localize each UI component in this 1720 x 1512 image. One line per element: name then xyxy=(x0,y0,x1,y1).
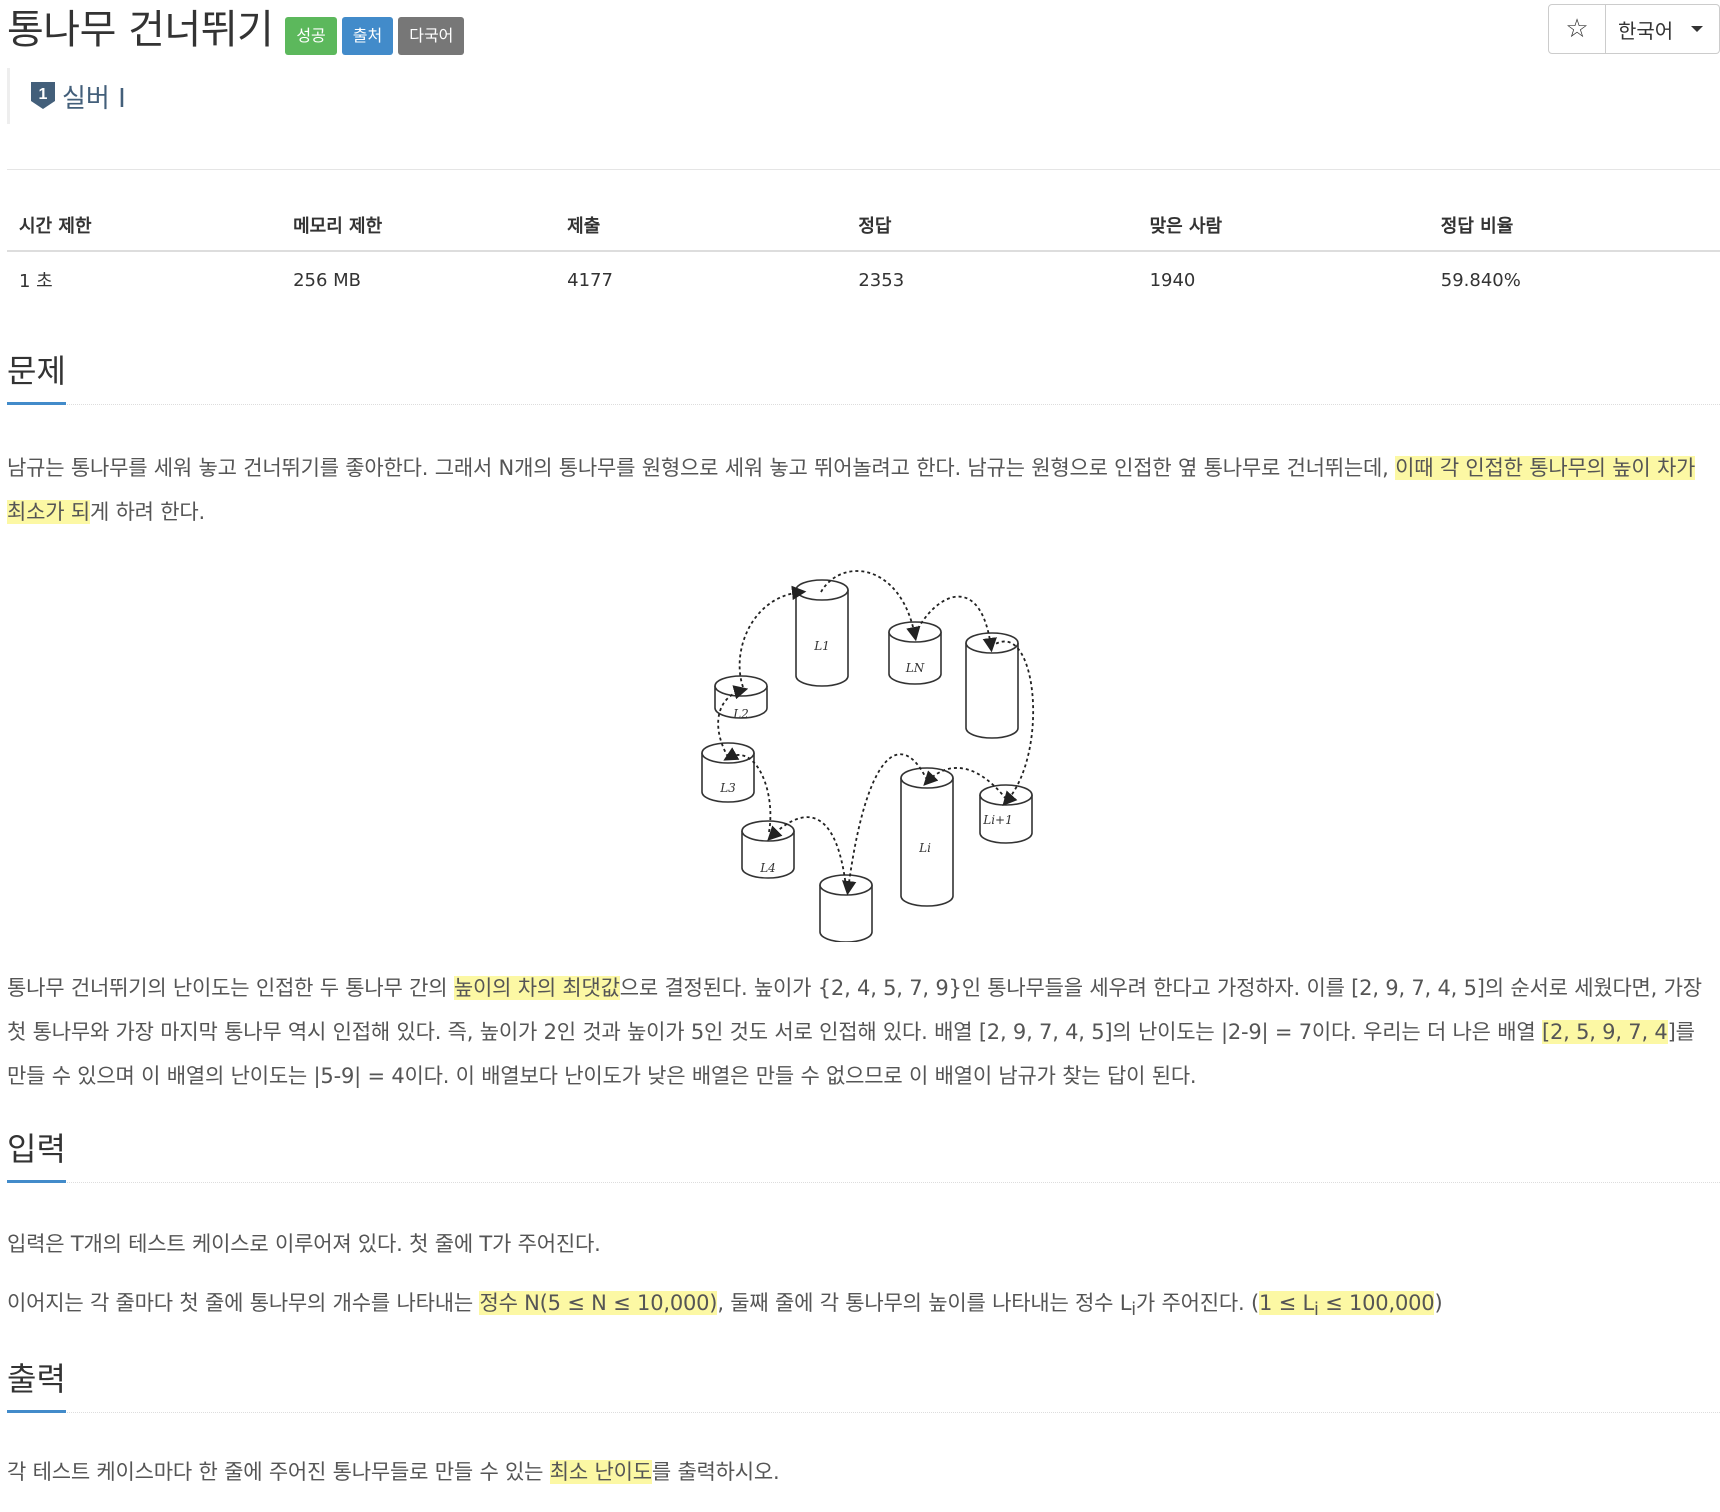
output-section-heading: 출력 xyxy=(7,1360,1720,1413)
stats-header-solvers: 맞은 사람 xyxy=(1137,200,1429,252)
stats-header-submissions: 제출 xyxy=(555,200,847,252)
stats-accepted[interactable]: 2353 xyxy=(846,251,1137,308)
figure-label-l3: L3 xyxy=(719,781,736,795)
logs-illustration: L1 LN L2 L3 L4 Li Li+1 xyxy=(701,570,1035,943)
figure-label-l2: L2 xyxy=(732,707,749,721)
output-text: 각 테스트 케이스마다 한 줄에 주어진 통나무들로 만들 수 있는 xyxy=(7,1460,550,1484)
stats-solvers[interactable]: 1940 xyxy=(1138,251,1429,308)
stats-ratio: 59.840% xyxy=(1440,269,1521,291)
problem-paragraph-1: 남규는 통나무를 세워 놓고 건너뛰기를 좋아한다. 그래서 N개의 통나무를 … xyxy=(7,446,1720,534)
output-paragraph-1: 각 테스트 케이스마다 한 줄에 주어진 통나무들로 만들 수 있는 최소 난이… xyxy=(7,1450,1720,1494)
highlighted-text: [2, 5, 9, 7, 4 xyxy=(1541,1020,1668,1044)
figure-label-l1: L1 xyxy=(813,639,830,653)
problem-text: 남규는 통나무를 세워 놓고 건너뛰기를 좋아한다. 그래서 N개의 통나무를 … xyxy=(7,456,1396,480)
figure-label-ln: LN xyxy=(905,661,925,675)
stats-header-memory: 메모리 제한 xyxy=(281,200,556,252)
output-text: 를 출력하시오. xyxy=(651,1460,780,1484)
input-section-heading: 입력 xyxy=(7,1130,1720,1183)
input-paragraph-1: 입력은 T개의 테스트 케이스로 이루어져 있다. 첫 줄에 T가 주어진다. xyxy=(7,1232,601,1256)
figure-label-l4: L4 xyxy=(759,861,776,875)
input-text: 이어지는 각 줄마다 첫 줄에 통나무의 개수를 나타내는 xyxy=(7,1291,480,1315)
input-text: ) xyxy=(1434,1291,1443,1315)
language-label: 한국어 xyxy=(1618,18,1674,43)
problem-heading: 문제 xyxy=(7,352,66,405)
stats-submissions[interactable]: 4177 xyxy=(555,251,846,308)
stats-time: 1 초 xyxy=(19,271,53,292)
language-dropdown[interactable]: 한국어 xyxy=(1606,4,1720,54)
problem-text: 통나무 건너뛰기의 난이도는 인접한 두 통나무 간의 xyxy=(7,976,454,1000)
highlighted-text: 높이의 차의 최댓값 xyxy=(453,976,620,1000)
highlighted-text: 정수 N(5 ≤ N ≤ 10,000) xyxy=(479,1291,718,1315)
problem-section-heading: 문제 xyxy=(7,352,1720,405)
divider xyxy=(7,169,1720,170)
highlighted-part: 1 ≤ L xyxy=(1258,1291,1314,1315)
stats-memory: 256 MB xyxy=(293,269,362,291)
chevron-down-icon xyxy=(1691,26,1704,32)
highlighted-part: ≤ 100,000 xyxy=(1318,1291,1435,1315)
top-controls: ☆ 한국어 xyxy=(1548,4,1720,54)
stats-header-accepted: 정답 xyxy=(846,200,1138,252)
highlighted-text: 1 ≤ Li ≤ 100,000 xyxy=(1258,1291,1435,1320)
multilang-label[interactable]: 다국어 xyxy=(398,17,465,55)
logs-figure: L1 LN L2 L3 L4 Li Li+1 xyxy=(661,552,1071,943)
stats-row: 1 초 256 MB 4177 2353 1940 59.840% xyxy=(7,251,1720,308)
star-button[interactable]: ☆ xyxy=(1548,4,1606,54)
problem-text: 게 하려 한다. xyxy=(89,500,205,524)
tier-shield-icon: 1 xyxy=(31,82,55,109)
figure-label-li-plus-1: Li+1 xyxy=(982,813,1013,827)
input-text: , 둘째 줄에 각 통나무의 높이를 나타내는 정수 L xyxy=(717,1291,1132,1315)
problem-title: 통나무 건너뛰기 xyxy=(7,7,274,53)
tier-number: 1 xyxy=(39,86,48,103)
title-row: 통나무 건너뛰기 성공 출처 다국어 xyxy=(7,4,469,56)
figure-label-li: Li xyxy=(918,841,931,855)
tier-name: 실버 I xyxy=(62,83,126,114)
problem-paragraph-2: 통나무 건너뛰기의 난이도는 인접한 두 통나무 간의 높이의 차의 최댓값으로… xyxy=(7,966,1720,1098)
output-heading: 출력 xyxy=(7,1360,66,1413)
stats-header-ratio: 정답 비율 xyxy=(1428,200,1720,252)
source-label[interactable]: 출처 xyxy=(341,17,394,55)
stats-table: 시간 제한 메모리 제한 제출 정답 맞은 사람 정답 비율 1 초 256 M… xyxy=(7,200,1720,308)
star-icon: ☆ xyxy=(1565,14,1589,44)
stats-header-row: 시간 제한 메모리 제한 제출 정답 맞은 사람 정답 비율 xyxy=(7,200,1720,252)
success-label[interactable]: 성공 xyxy=(285,17,337,55)
input-paragraph-2: 이어지는 각 줄마다 첫 줄에 통나무의 개수를 나타내는 정수 N(5 ≤ N… xyxy=(7,1281,1720,1332)
input-text: 가 주어진다. ( xyxy=(1135,1291,1259,1315)
tier-badge[interactable]: 1 실버 I xyxy=(7,68,126,124)
input-heading: 입력 xyxy=(7,1130,66,1183)
stats-header-time: 시간 제한 xyxy=(7,200,282,252)
highlighted-text: 최소 난이도 xyxy=(549,1460,652,1484)
